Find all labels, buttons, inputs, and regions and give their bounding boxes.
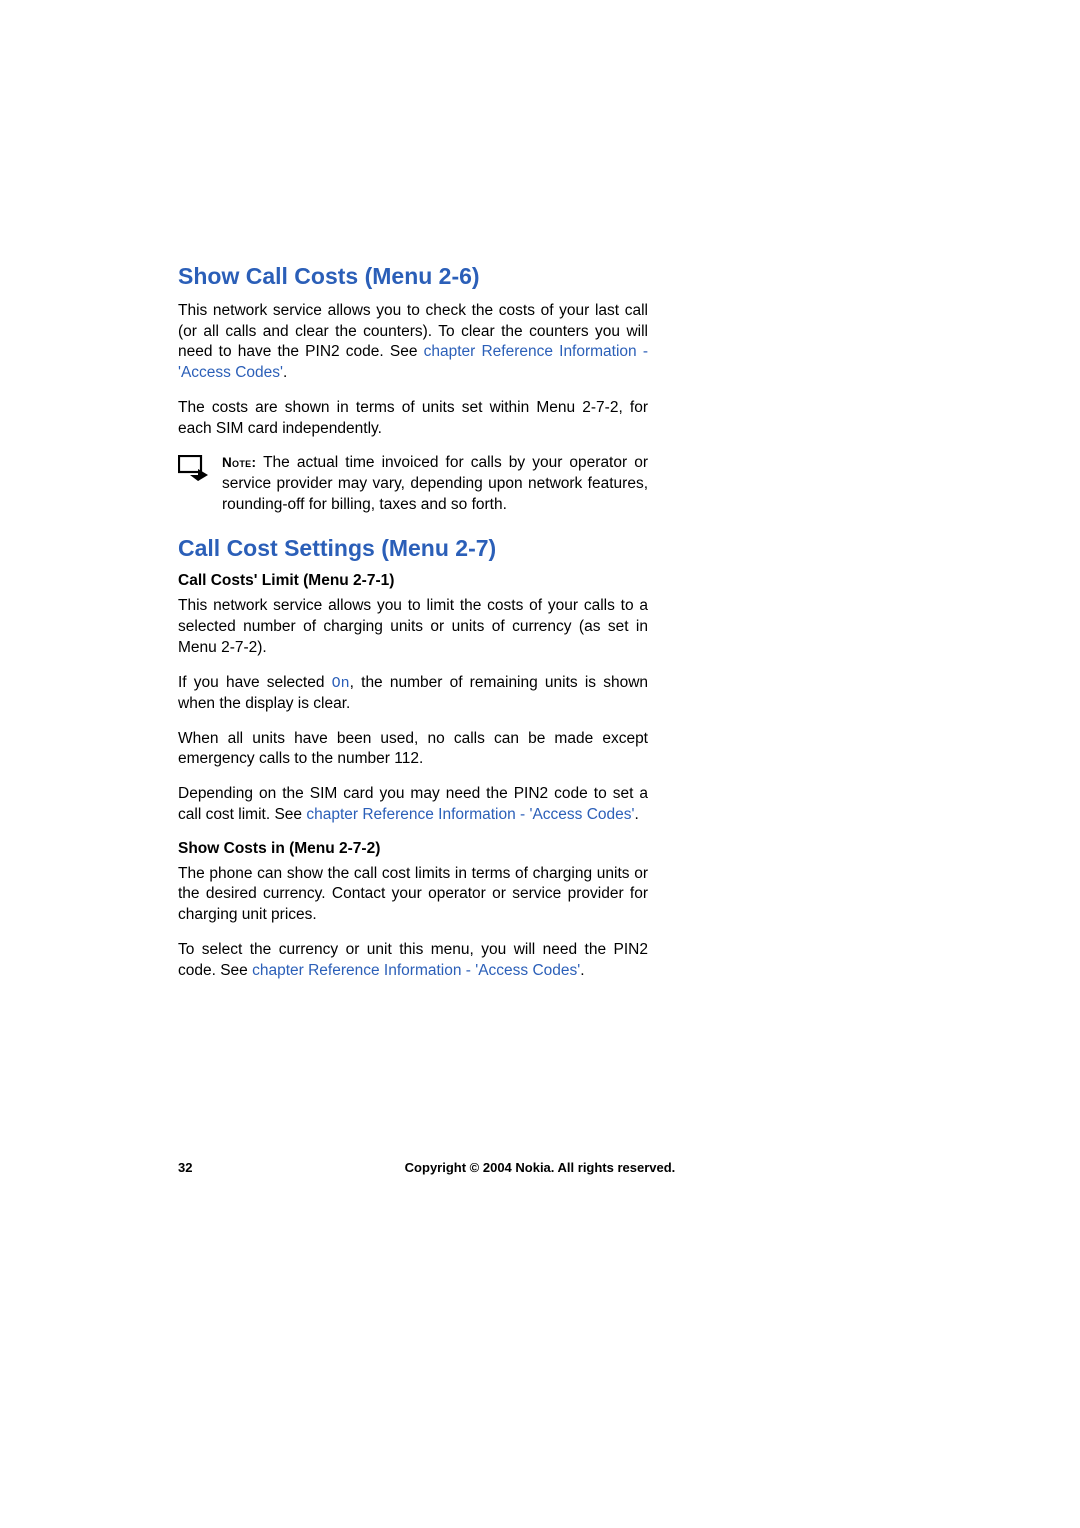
paragraph: This network service allows you to check… [178, 301, 648, 384]
link-access-codes[interactable]: chapter Reference Information - 'Access … [252, 962, 580, 979]
link-access-codes[interactable]: chapter Reference Information - 'Access … [306, 806, 634, 823]
inline-value-on: On [332, 675, 350, 692]
paragraph: The costs are shown in terms of units se… [178, 398, 648, 440]
section-heading-show-call-costs: Show Call Costs (Menu 2-6) [178, 262, 648, 291]
note-icon [178, 455, 216, 486]
paragraph: When all units have been used, no calls … [178, 729, 648, 771]
note-label: Note: [222, 455, 263, 470]
text: If you have selected [178, 674, 332, 691]
paragraph: To select the currency or unit this menu… [178, 940, 648, 982]
text: The actual time invoiced for calls by yo… [222, 454, 648, 513]
section-heading-call-cost-settings: Call Cost Settings (Menu 2-7) [178, 534, 648, 563]
paragraph: This network service allows you to limit… [178, 596, 648, 658]
manual-page: Show Call Costs (Menu 2-6) This network … [0, 0, 768, 981]
note-block: Note: The actual time invoiced for calls… [178, 453, 648, 515]
text: . [580, 962, 584, 979]
paragraph: The phone can show the call cost limits … [178, 864, 648, 926]
paragraph: Depending on the SIM card you may need t… [178, 784, 648, 826]
text: . [283, 364, 287, 381]
subsection-heading-call-costs-limit: Call Costs' Limit (Menu 2-7-1) [178, 572, 648, 590]
subsection-heading-show-costs-in: Show Costs in (Menu 2-7-2) [178, 840, 648, 858]
text: . [635, 806, 639, 823]
paragraph: If you have selected On, the number of r… [178, 673, 648, 715]
note-text: Note: The actual time invoiced for calls… [222, 453, 648, 515]
footer-copyright: Copyright © 2004 Nokia. All rights reser… [0, 1160, 1080, 1175]
